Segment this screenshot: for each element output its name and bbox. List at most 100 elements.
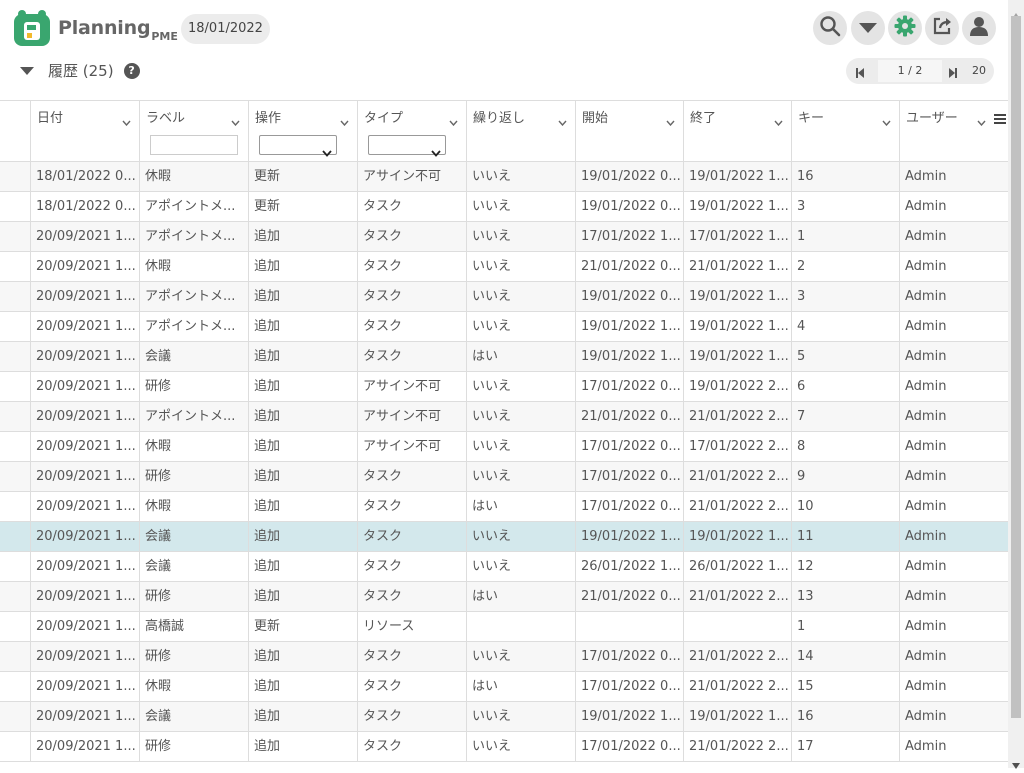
user-cell: Admin [899,492,1008,521]
column-header-label[interactable]: ラベル [139,101,248,161]
chevron-down-icon[interactable] [774,111,783,130]
column-header-user[interactable]: ユーザー [899,101,1008,161]
chevron-down-icon[interactable] [558,111,567,130]
operation-cell: 追加 [248,222,357,251]
table-row[interactable]: 20/09/2021 1... 研修 追加 タスク いいえ 17/01/2022 0...… [0,462,1008,492]
table-row[interactable]: 20/09/2021 1... 研修 追加 タスク いいえ 17/01/2022 0...… [0,642,1008,672]
type-cell: タスク [357,702,466,731]
chevron-down-icon[interactable] [449,111,458,130]
column-header-end[interactable]: 終了 [683,101,791,161]
table-row[interactable]: 20/09/2021 1... アポイントメ... 追加 アサイン不可 いいえ 21/01… [0,402,1008,432]
start-cell: 19/01/2022 0... [575,162,683,191]
first-page-icon[interactable] [855,64,865,83]
chevron-down-icon [322,142,332,161]
user-cell: Admin [899,552,1008,581]
column-label: 操作 [255,111,282,126]
key-cell: 1 [791,222,899,251]
history-section-header: 履歴 (25) ? [20,60,140,81]
chevron-down-icon[interactable] [882,111,891,130]
table-row[interactable]: 20/09/2021 1... 会議 追加 タスク いいえ 26/01/2022 1...… [0,552,1008,582]
row-gutter [0,312,30,341]
chevron-down-icon[interactable] [122,111,131,130]
table-row[interactable]: 20/09/2021 1... 休暇 追加 タスク はい 17/01/2022 0... 2… [0,492,1008,522]
search-button[interactable] [813,11,847,45]
scroll-down-icon[interactable] [1012,754,1020,773]
user-button[interactable] [962,11,996,45]
label-cell: アポイントメ... [139,402,248,431]
key-cell: 3 [791,192,899,221]
label-cell: 研修 [139,642,248,671]
end-cell: 17/01/2022 1... [683,222,791,251]
label-cell: 休暇 [139,492,248,521]
table-row[interactable]: 18/01/2022 0... 休暇 更新 アサイン不可 いいえ 19/01/2022 0… [0,162,1008,192]
table-row[interactable]: 20/09/2021 1... 研修 追加 タスク はい 21/01/2022 0... 2… [0,582,1008,612]
table-row[interactable]: 20/09/2021 1... 高橋誠 更新 リソース 1 Admin [0,612,1008,642]
table-row[interactable]: 20/09/2021 1... 会議 追加 タスク いいえ 19/01/2022 1...… [0,702,1008,732]
operation-cell: 追加 [248,552,357,581]
column-menu-icon[interactable] [994,109,1006,128]
label-cell: アポイントメ... [139,282,248,311]
label-cell: 会議 [139,552,248,581]
label-filter-input[interactable] [150,135,238,155]
recurrence-cell: いいえ [466,702,575,731]
row-gutter [0,282,30,311]
operation-filter-select[interactable] [259,135,337,157]
table-row[interactable]: 20/09/2021 1... アポイントメ... 追加 タスク いいえ 19/01/20… [0,312,1008,342]
chevron-down-icon[interactable] [977,111,986,130]
type-cell: アサイン不可 [357,372,466,401]
user-cell: Admin [899,522,1008,551]
pagination: 1 / 2 20 [846,58,994,84]
column-header-recurrence[interactable]: 繰り返し [466,101,575,161]
caret-down-icon [858,19,878,38]
end-cell: 19/01/2022 1... [683,312,791,341]
table-row[interactable]: 20/09/2021 1... 休暇 追加 アサイン不可 いいえ 17/01/2022 0… [0,432,1008,462]
scrollbar-thumb[interactable] [1011,16,1021,718]
column-header-date[interactable]: 日付 [30,101,139,161]
user-cell: Admin [899,702,1008,731]
export-button[interactable] [925,11,959,45]
chevron-down-icon[interactable] [340,111,349,130]
table-row[interactable]: 18/01/2022 0... アポイントメ... 更新 タスク いいえ 19/01/20… [0,192,1008,222]
table-row[interactable]: 20/09/2021 1... 休暇 追加 タスク はい 17/01/2022 0... 2… [0,672,1008,702]
table-row[interactable]: 20/09/2021 1... アポイントメ... 追加 タスク いいえ 19/01/20… [0,282,1008,312]
key-cell: 8 [791,432,899,461]
table-row[interactable]: 20/09/2021 1... 研修 追加 アサイン不可 いいえ 17/01/2022 0… [0,372,1008,402]
planningpme-logo[interactable]: Planning PME [12,8,178,48]
table-row[interactable]: 20/09/2021 1... 会議 追加 タスク いいえ 19/01/2022 1...… [0,522,1008,552]
help-icon[interactable]: ? [123,62,140,79]
table-row[interactable]: 20/09/2021 1... 休暇 追加 タスク いいえ 21/01/2022 0...… [0,252,1008,282]
gear-icon [894,15,916,41]
settings-button[interactable] [888,11,922,45]
row-gutter [0,582,30,611]
table-row[interactable]: 20/09/2021 1... 会議 追加 タスク はい 19/01/2022 1... 1… [0,342,1008,372]
user-cell: Admin [899,582,1008,611]
operation-cell: 追加 [248,492,357,521]
filter-menu-button[interactable] [851,11,885,45]
start-cell: 19/01/2022 1... [575,702,683,731]
row-gutter [0,522,30,551]
date-cell: 20/09/2021 1... [30,462,139,491]
start-cell: 19/01/2022 0... [575,192,683,221]
page-size[interactable]: 20 [972,58,986,84]
chevron-down-icon[interactable] [666,111,675,130]
column-header-operation[interactable]: 操作 [248,101,357,161]
collapse-caret-icon[interactable] [20,61,34,80]
end-cell: 21/01/2022 1... [683,252,791,281]
chevron-down-icon[interactable] [231,111,240,130]
date-cell: 20/09/2021 1... [30,432,139,461]
recurrence-cell: はい [466,492,575,521]
vertical-scrollbar[interactable] [1008,0,1024,769]
column-header-start[interactable]: 開始 [575,101,683,161]
chevron-down-icon [431,142,441,161]
current-date-chip[interactable]: 18/01/2022 [181,14,270,44]
last-page-icon[interactable] [948,64,958,83]
column-header-type[interactable]: タイプ [357,101,466,161]
page-indicator[interactable]: 1 / 2 [878,60,942,82]
label-cell: 高橋誠 [139,612,248,641]
label-cell: 休暇 [139,252,248,281]
operation-cell: 更新 [248,192,357,221]
column-header-key[interactable]: キー [791,101,899,161]
table-row[interactable]: 20/09/2021 1... 研修 追加 タスク いいえ 17/01/2022 0...… [0,732,1008,762]
type-filter-select[interactable] [368,135,446,157]
table-row[interactable]: 20/09/2021 1... アポイントメ... 追加 タスク いいえ 17/01/20… [0,222,1008,252]
